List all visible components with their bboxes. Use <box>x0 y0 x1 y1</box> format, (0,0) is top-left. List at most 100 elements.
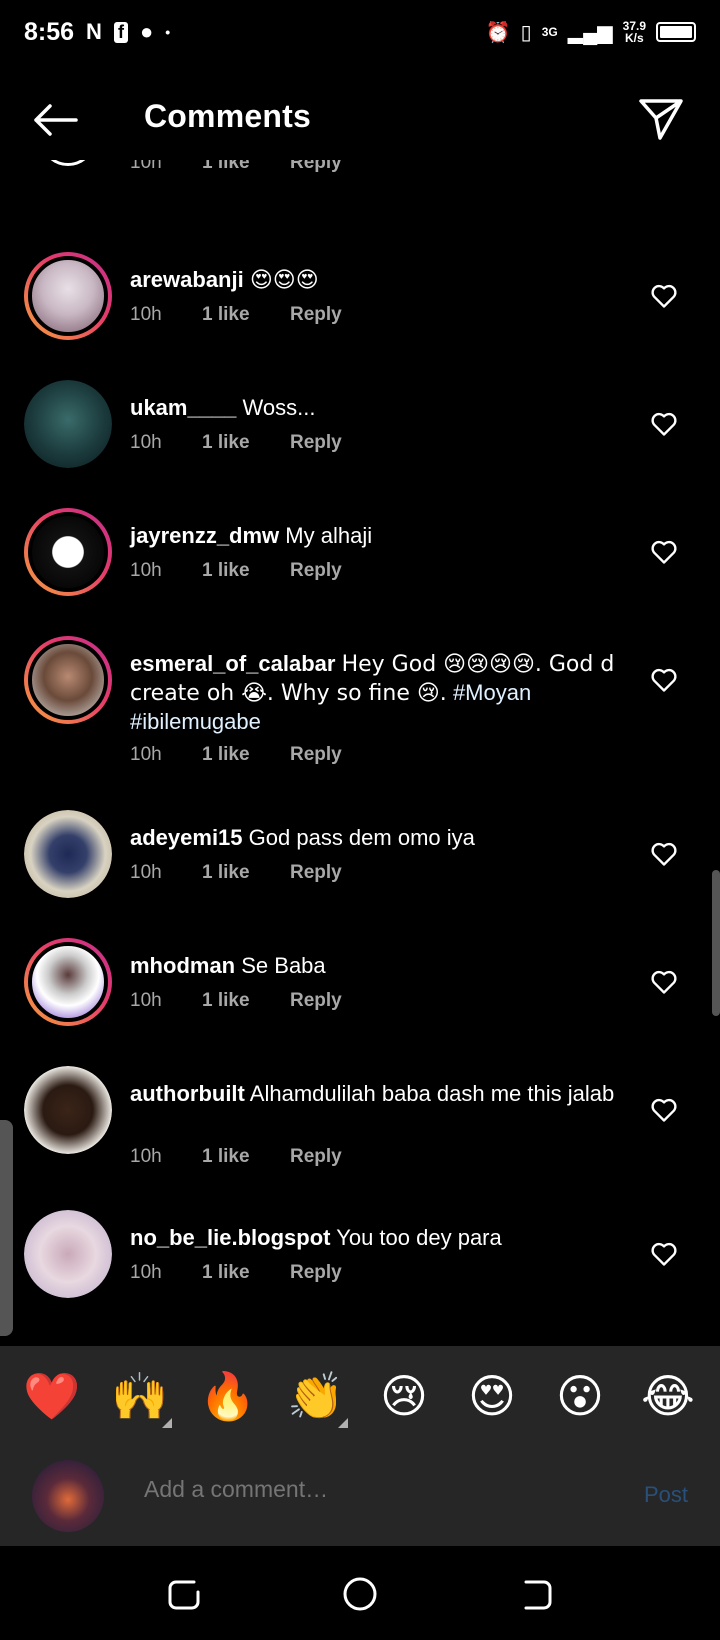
emoji-heart-eyes-button[interactable]: 😍 <box>456 1369 528 1423</box>
signal-icon: ▂▄▆ <box>567 21 613 44</box>
emoji-laugh-button[interactable]: 😂 <box>632 1369 704 1423</box>
comment-time: 10h <box>130 1146 162 1167</box>
reply-button[interactable]: Reply <box>290 1146 342 1168</box>
comment-likes[interactable]: 1 like <box>202 560 290 582</box>
comment-likes[interactable]: 1 like <box>202 432 290 454</box>
battery-icon <box>656 22 696 42</box>
like-heart-icon[interactable] <box>650 282 678 310</box>
reply-button[interactable]: Reply <box>290 990 342 1012</box>
reply-button[interactable]: Reply <box>290 862 342 884</box>
comment-text-block: mhodman Se Baba <box>130 952 630 980</box>
comment-text-block: arewabanji 😍😍😍 <box>130 266 630 295</box>
speed-unit: K/s <box>624 31 644 45</box>
comment-likes[interactable]: 1 like <box>202 160 290 174</box>
avatar[interactable] <box>24 252 112 340</box>
hashtag-link[interactable]: #Moyan <box>453 680 531 705</box>
comment-time: 10h <box>130 304 162 325</box>
comment-likes[interactable]: 1 like <box>202 1146 290 1168</box>
like-heart-icon[interactable] <box>650 410 678 438</box>
comment-input[interactable] <box>144 1476 584 1503</box>
like-heart-icon[interactable] <box>650 1096 678 1124</box>
status-right: ⏰ ▯ 3G ▂▄▆ 37.9 K/s <box>486 20 696 45</box>
comment-username[interactable]: authorbuilt <box>130 1081 245 1106</box>
reply-button[interactable]: Reply <box>290 560 342 582</box>
comment-meta: 10h 1 like Reply <box>130 862 342 884</box>
avatar[interactable] <box>24 380 112 468</box>
emoji-glyph: 👏 <box>287 1368 345 1423</box>
avatar[interactable] <box>24 810 112 898</box>
comment-likes[interactable]: 1 like <box>202 990 290 1012</box>
recents-button-icon[interactable] <box>164 1574 204 1614</box>
emoji-fire-button[interactable]: 🔥 <box>192 1369 264 1424</box>
avatar[interactable] <box>24 636 112 724</box>
comment-meta: 10h 1 like Reply <box>130 744 342 766</box>
comment-time: 10h <box>130 744 162 765</box>
comment-text-block: jayrenzz_dmw My alhaji <box>130 522 630 550</box>
scrollbar[interactable] <box>712 870 720 1016</box>
comments-list[interactable]: 10h 1 like Reply arewabanji 😍😍😍 10h 1 li… <box>0 160 720 1346</box>
emoji-clap-button[interactable]: 👏 <box>280 1368 352 1428</box>
share-direct-icon[interactable] <box>636 94 686 144</box>
like-heart-icon[interactable] <box>650 666 678 694</box>
comment-username[interactable]: ukam____ <box>130 395 236 420</box>
hashtag-link[interactable]: #ibilemugabe <box>130 709 261 734</box>
chat-notification-icon: ● <box>139 19 154 44</box>
vibrate-icon: ▯ <box>520 21 532 44</box>
comment-time: 10h <box>130 862 162 883</box>
comment-likes[interactable]: 1 like <box>202 862 290 884</box>
edge-panel-handle[interactable] <box>0 1120 13 1336</box>
avatar[interactable] <box>24 938 112 1026</box>
comment-username[interactable]: jayrenzz_dmw <box>130 523 279 548</box>
avatar[interactable] <box>24 508 112 596</box>
like-heart-icon[interactable] <box>650 840 678 868</box>
comment-username[interactable]: adeyemi15 <box>130 825 243 850</box>
emoji-quick-bar: ❤️ 🙌 🔥 👏 😢 😍 😮 😂 <box>0 1346 720 1446</box>
comment-text: Woss... <box>242 395 316 420</box>
emoji-surprised-button[interactable]: 😮 <box>544 1369 616 1423</box>
like-heart-icon[interactable] <box>650 538 678 566</box>
comment-username[interactable]: mhodman <box>130 953 235 978</box>
emoji-heart-button[interactable]: ❤️ <box>16 1369 88 1424</box>
network-type-label: 3G <box>541 25 558 39</box>
comment-text-block: adeyemi15 God pass dem omo iya <box>130 824 630 852</box>
comment-text-block: authorbuilt Alhamdulilah baba dash me th… <box>130 1080 630 1108</box>
emoji-cry-button[interactable]: 😢 <box>368 1369 440 1423</box>
comment-username[interactable]: no_be_lie.blogspot <box>130 1225 330 1250</box>
comment-text-block: no_be_lie.blogspot You too dey para <box>130 1224 630 1252</box>
comment-meta: 10h 1 like Reply <box>130 160 342 174</box>
reply-button[interactable]: Reply <box>290 304 342 326</box>
comment-text: God pass dem omo iya <box>248 825 475 850</box>
avatar[interactable] <box>24 1066 112 1154</box>
reply-button[interactable]: Reply <box>290 1262 342 1284</box>
post-button[interactable]: Post <box>644 1482 688 1508</box>
current-user-avatar <box>32 1460 104 1532</box>
comment-time: 10h <box>130 560 162 581</box>
back-button-icon[interactable] <box>516 1574 556 1614</box>
comment-meta: 10h 1 like Reply <box>130 560 342 582</box>
comment-text-block: ukam____ Woss... <box>130 394 630 422</box>
comment-username[interactable]: arewabanji <box>130 267 244 292</box>
comment-likes[interactable]: 1 like <box>202 1262 290 1284</box>
comment-text: You too dey para <box>336 1225 502 1250</box>
comment-meta: 10h 1 like Reply <box>130 304 342 326</box>
home-button-icon[interactable] <box>340 1574 380 1614</box>
like-heart-icon[interactable] <box>650 1240 678 1268</box>
avatar[interactable] <box>24 1210 112 1298</box>
comment-meta: 10h 1 like Reply <box>130 432 342 454</box>
status-bar: 8:56 N f ● • ⏰ ▯ 3G ▂▄▆ 37.9 K/s <box>0 0 720 64</box>
emoji-glyph: 🙌 <box>111 1368 169 1423</box>
back-arrow-icon[interactable] <box>30 98 80 142</box>
reply-button[interactable]: Reply <box>290 160 342 174</box>
reply-button[interactable]: Reply <box>290 432 342 454</box>
netflix-notification-icon: N <box>86 19 102 44</box>
comment-likes[interactable]: 1 like <box>202 304 290 326</box>
comment-username[interactable]: esmeral_of_calabar <box>130 651 335 676</box>
system-nav-bar <box>0 1546 720 1640</box>
emoji-raised-hands-button[interactable]: 🙌 <box>104 1368 176 1428</box>
reply-button[interactable]: Reply <box>290 744 342 766</box>
like-heart-icon[interactable] <box>650 968 678 996</box>
comment-likes[interactable]: 1 like <box>202 744 290 766</box>
status-time: 8:56 <box>24 17 75 46</box>
network-speed: 37.9 K/s <box>623 20 646 44</box>
comment-text: Se Baba <box>241 953 326 978</box>
